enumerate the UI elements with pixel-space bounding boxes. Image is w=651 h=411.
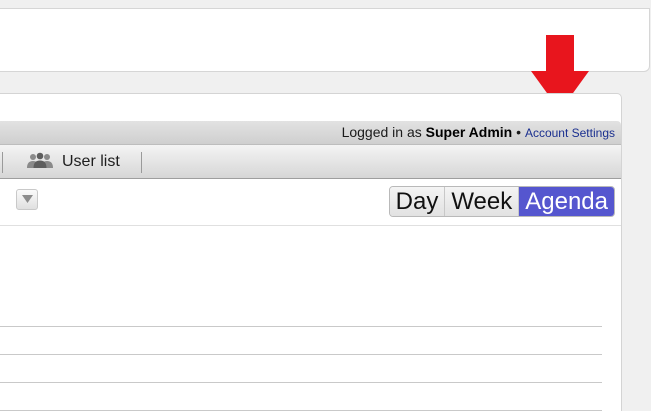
agenda-row-divider — [0, 382, 602, 383]
agenda-row-divider — [0, 354, 602, 355]
nav-separator — [141, 152, 142, 173]
account-settings-link[interactable]: Account Settings — [525, 126, 615, 140]
view-agenda-button[interactable]: Agenda — [519, 187, 614, 216]
calendar-toolbar: Day Week Agenda — [0, 180, 621, 226]
login-prefix: Logged in as — [341, 124, 422, 140]
users-icon — [26, 151, 54, 174]
login-bar: Logged in as Super Admin • Account Setti… — [0, 121, 621, 144]
triangle-down-icon — [21, 191, 33, 209]
login-separator: • — [516, 124, 522, 140]
nav-item-user-list[interactable]: User list — [26, 145, 120, 179]
dropdown-button[interactable] — [16, 189, 38, 210]
nav-item-user-list-label: User list — [62, 153, 120, 170]
view-week-button[interactable]: Week — [445, 187, 520, 216]
calendar-panel: Logged in as Super Admin • Account Setti… — [0, 93, 622, 411]
agenda-row-divider — [0, 326, 602, 327]
view-day-button[interactable]: Day — [389, 187, 446, 216]
screen: Logged in as Super Admin • Account Setti… — [0, 0, 651, 411]
logged-in-user: Super Admin — [425, 124, 513, 140]
nav-separator — [2, 152, 3, 173]
view-switcher: Day Week Agenda — [388, 186, 615, 217]
nav-bar: User list — [0, 144, 621, 179]
